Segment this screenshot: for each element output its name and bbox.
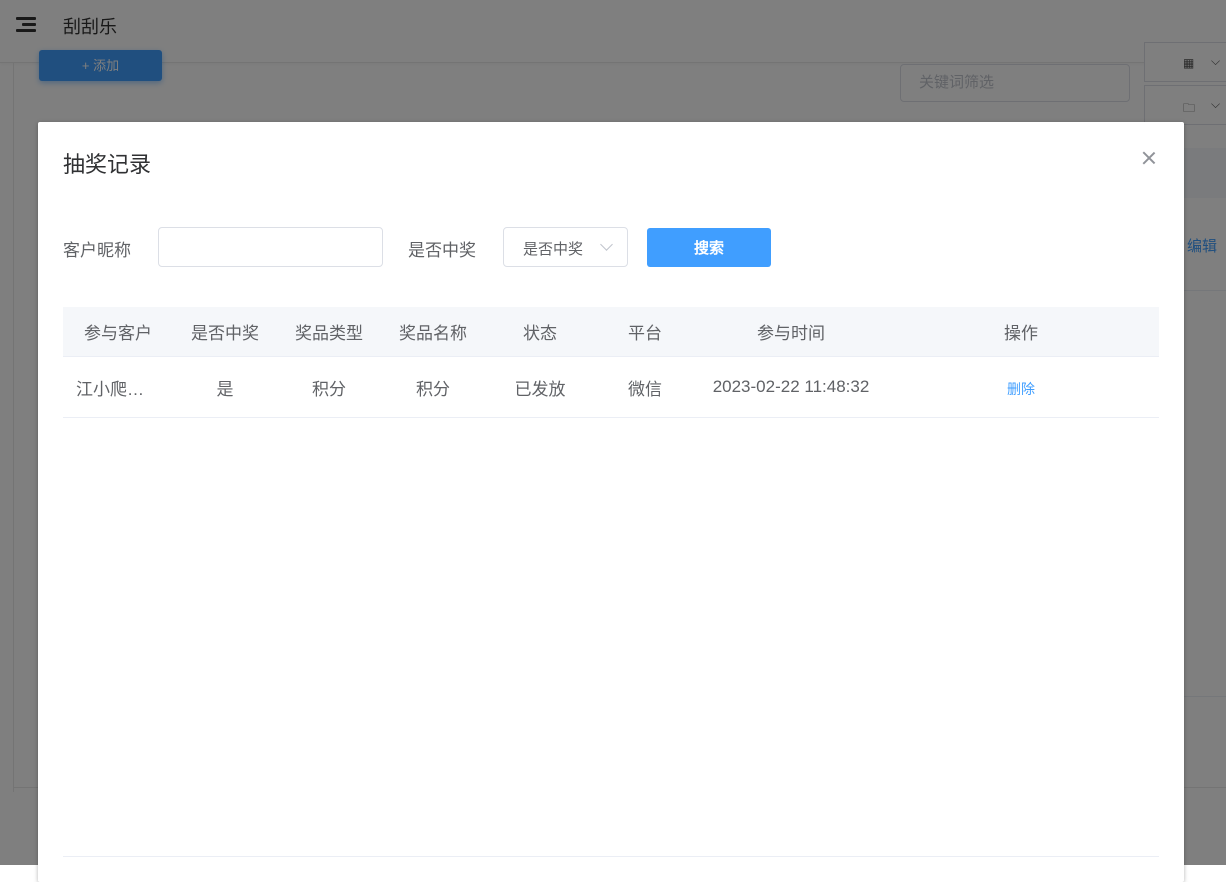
- cell-platform: 微信: [628, 379, 662, 399]
- close-icon[interactable]: [1138, 147, 1160, 169]
- win-status-select[interactable]: 是否中奖: [503, 227, 628, 267]
- win-status-label: 是否中奖: [408, 241, 476, 260]
- nickname-label: 客户昵称: [63, 241, 131, 260]
- cell-customer: 江小爬…: [76, 379, 144, 399]
- footer-divider: [63, 856, 1159, 857]
- header-action: 操作: [1004, 324, 1038, 343]
- header-won: 是否中奖: [191, 324, 259, 343]
- nickname-input[interactable]: [158, 227, 383, 267]
- delete-link[interactable]: 删除: [1007, 379, 1035, 399]
- cell-prize-name: 积分: [416, 379, 450, 399]
- cell-time: 2023-02-22 11:48:32: [712, 377, 870, 396]
- cell-won: 是: [216, 379, 234, 399]
- cell-action: 删除: [887, 357, 1155, 417]
- header-prize-type: 奖品类型: [295, 324, 363, 343]
- dialog-title: 抽奖记录: [63, 152, 152, 177]
- table-row: 江小爬… 是 积分 积分 已发放 微信 2023-02-22 11:48:32 …: [63, 357, 1159, 418]
- header-prize-name: 奖品名称: [399, 324, 467, 343]
- header-platform: 平台: [628, 324, 662, 343]
- chevron-down-icon: [600, 238, 613, 251]
- header-status: 状态: [523, 324, 557, 343]
- cell-prize-type: 积分: [312, 379, 346, 399]
- table-header: 参与客户 是否中奖 奖品类型 奖品名称 状态 平台 参与时间 操作: [63, 307, 1159, 357]
- lottery-record-dialog: 抽奖记录 客户昵称 是否中奖 是否中奖 搜索 参与客户 是否中奖 奖品类型 奖品…: [38, 122, 1184, 882]
- win-status-select-value: 是否中奖: [523, 241, 584, 258]
- cell-status: 已发放: [514, 379, 566, 399]
- header-time: 参与时间: [757, 324, 825, 343]
- records-table: 参与客户 是否中奖 奖品类型 奖品名称 状态 平台 参与时间 操作 江小爬… 是…: [63, 307, 1159, 418]
- header-customer: 参与客户: [84, 324, 152, 343]
- search-button[interactable]: 搜索: [647, 228, 771, 267]
